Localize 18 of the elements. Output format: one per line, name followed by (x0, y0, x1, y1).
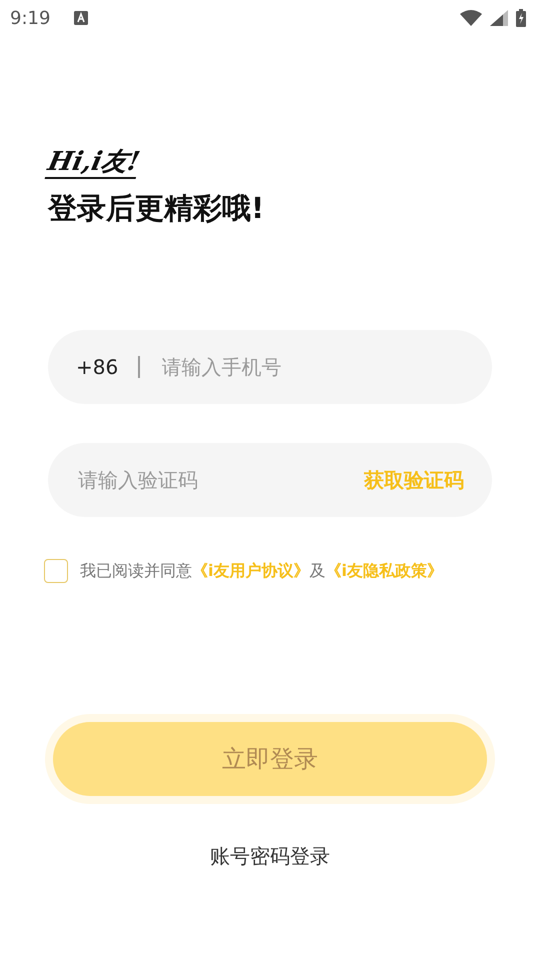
agreement-checkbox[interactable] (44, 559, 68, 584)
agreement-text: 我已阅读并同意《i友用户协议》及《i友隐私政策》 (80, 560, 443, 582)
country-code[interactable]: +86 (76, 352, 118, 382)
password-login-link[interactable]: 账号密码登录 (204, 840, 336, 872)
phone-input[interactable]: 请输入手机号 (160, 351, 464, 384)
battery-icon (516, 9, 526, 27)
agreement-link[interactable]: 《i友用户协议》 (192, 561, 310, 580)
status-time: 9:19 (10, 6, 50, 30)
wifi-icon (460, 10, 482, 26)
signal-icon (490, 10, 508, 26)
phone-field[interactable]: +86 请输入手机号 (48, 330, 492, 404)
code-input[interactable]: 请输入验证码 (76, 464, 364, 496)
keyboard-icon (74, 11, 88, 25)
logo-text: Hi,i友! (44, 148, 142, 179)
agreement-link[interactable]: 《i友隐私政策》 (325, 561, 443, 580)
get-code-button[interactable]: 获取验证码 (364, 465, 464, 496)
code-field[interactable]: 请输入验证码 获取验证码 (48, 443, 492, 518)
headline: 登录后更精彩哦! (48, 190, 266, 227)
